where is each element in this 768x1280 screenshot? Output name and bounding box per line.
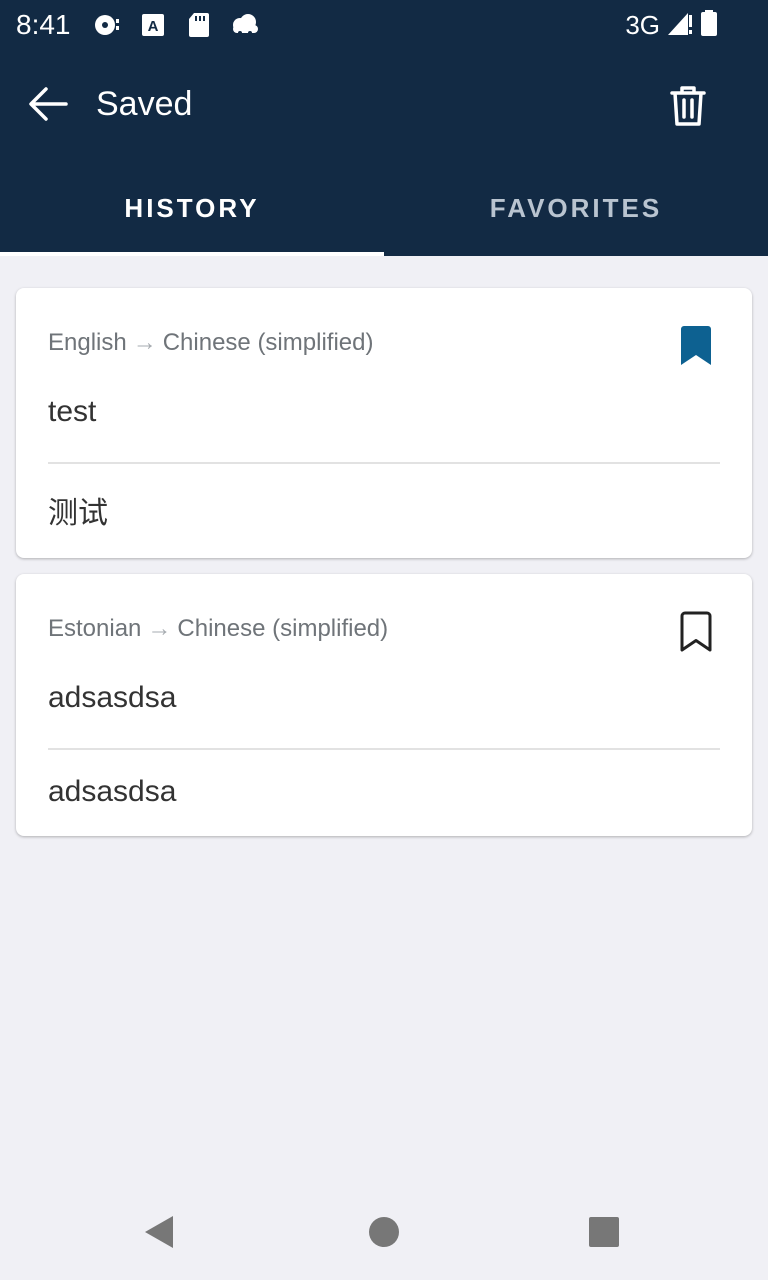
toolbar: Saved (0, 60, 768, 148)
app-header: 8:41 A 3G Saved HISTORY FAVORITES (0, 0, 768, 256)
cloud-icon (230, 10, 260, 40)
source-text: adsasdsa (48, 681, 177, 714)
trash-icon (670, 86, 706, 126)
a-badge-icon: A (138, 10, 168, 40)
divider (48, 748, 720, 750)
divider (48, 462, 720, 464)
translated-text: adsasdsa (48, 775, 177, 808)
history-card[interactable]: Estonian → Chinese (simplified) adsasdsa a… (16, 574, 752, 836)
page-title: Saved (96, 85, 193, 123)
language-pair: Estonian → Chinese (simplified) (48, 614, 388, 644)
target-language: Chinese (simplified) (162, 329, 374, 356)
tab-bar: HISTORY FAVORITES (0, 160, 768, 256)
status-time: 8:41 (16, 9, 71, 40)
nav-back-button[interactable] (132, 1208, 188, 1256)
signal-icon (666, 9, 694, 42)
source-language: Estonian (48, 615, 142, 642)
bookmark-button[interactable] (672, 608, 720, 656)
source-text: test (48, 395, 97, 428)
system-nav-bar (0, 1184, 768, 1280)
tab-history[interactable]: HISTORY (0, 160, 384, 256)
tab-favorites[interactable]: FAVORITES (384, 160, 768, 256)
nav-home-icon (369, 1217, 399, 1247)
status-bar: 8:41 A 3G (0, 0, 768, 50)
nav-home-button[interactable] (356, 1208, 412, 1256)
source-language: English (48, 329, 127, 356)
history-card[interactable]: English → Chinese (simplified) test 测试 (16, 288, 752, 558)
bookmark-filled-icon (681, 326, 711, 365)
arrow-left-icon (29, 87, 68, 121)
sd-card-icon (184, 10, 214, 40)
nav-recent-icon (589, 1217, 619, 1247)
bookmark-outline-icon (680, 611, 712, 652)
translated-text: 测试 (48, 496, 108, 531)
media-icon (92, 10, 122, 40)
arrow-right-icon: → (132, 329, 157, 356)
arrow-right-icon: → (147, 615, 172, 642)
nav-recent-button[interactable] (576, 1208, 632, 1256)
battery-icon (700, 9, 718, 42)
network-type: 3G (625, 10, 660, 40)
tab-indicator (0, 252, 384, 256)
nav-back-icon (145, 1216, 173, 1248)
svg-text:A: A (148, 18, 159, 35)
notification-icons: A (92, 10, 260, 40)
target-language: Chinese (simplified) (177, 615, 389, 642)
system-status: 3G (625, 8, 718, 42)
back-button[interactable] (20, 80, 76, 128)
bookmark-button[interactable] (672, 322, 720, 370)
language-pair: English → Chinese (simplified) (48, 328, 373, 358)
delete-all-button[interactable] (660, 78, 716, 134)
